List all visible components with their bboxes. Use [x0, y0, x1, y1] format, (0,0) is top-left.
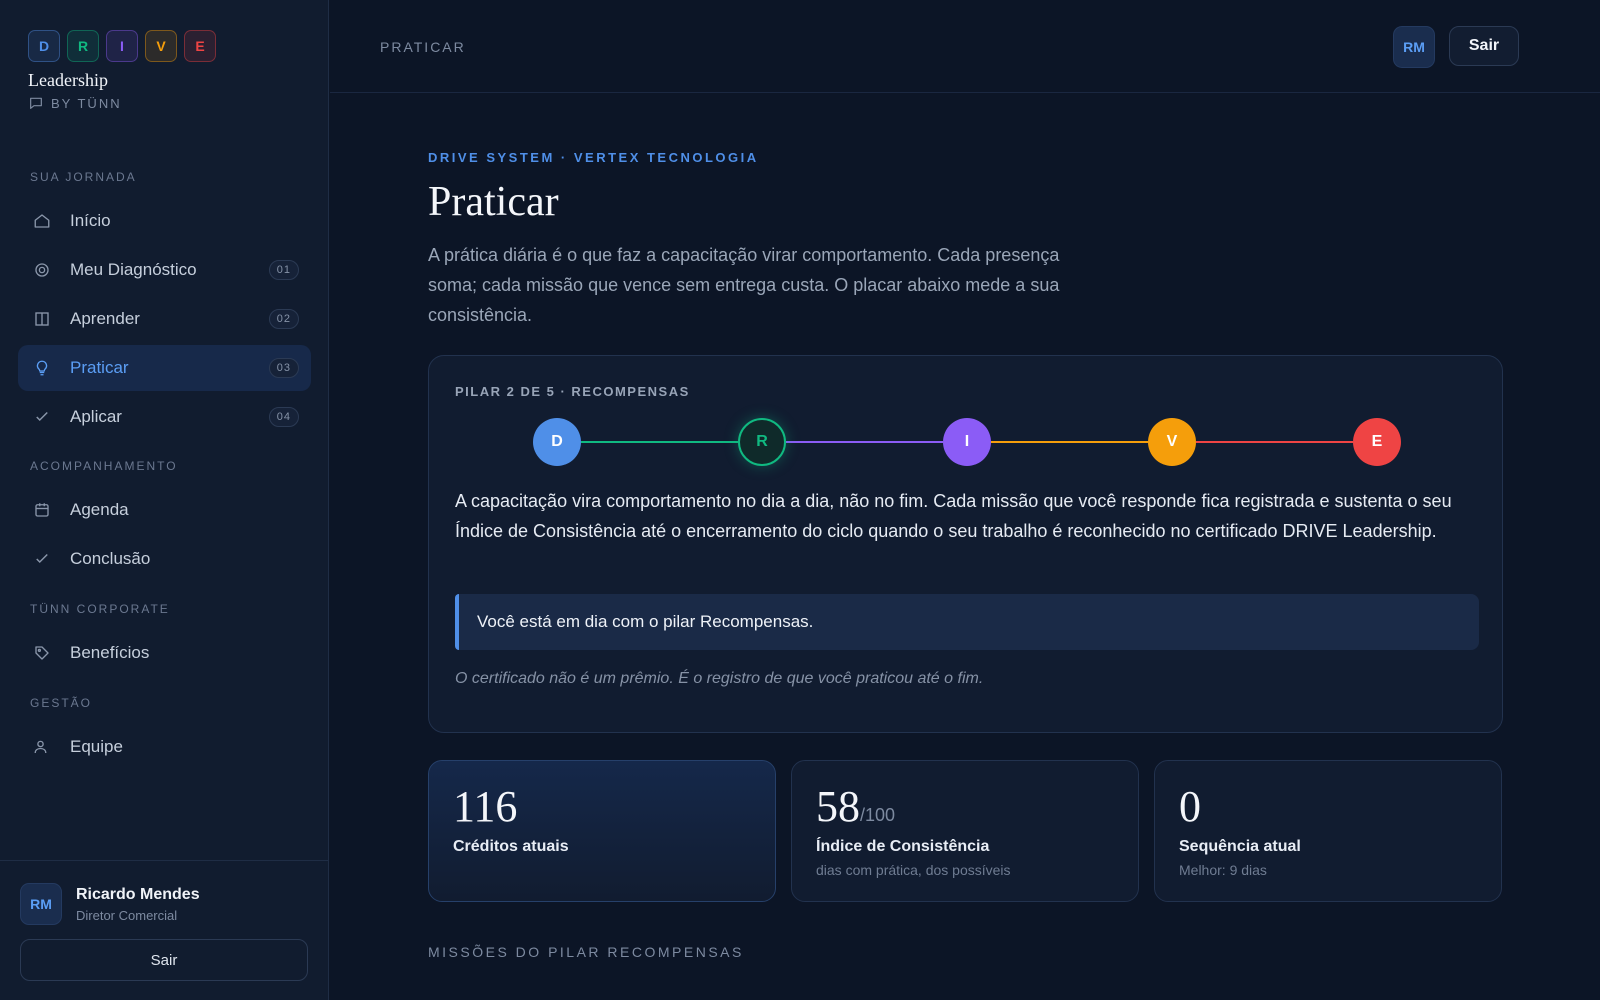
stat-sub: Melhor: 9 dias [1179, 862, 1267, 878]
stat-number: 116 [453, 782, 518, 831]
stat-sub: dias com prática, dos possíveis [816, 862, 1011, 878]
sidebar-item-aplicar[interactable]: Aplicar 04 [18, 394, 311, 440]
topbar-avatar[interactable]: RM [1393, 26, 1435, 68]
nav-section-acompanhamento: ACOMPANHAMENTO [30, 459, 178, 473]
step-i[interactable]: I [943, 418, 991, 466]
pillar-stepper: D R I V E [533, 418, 1403, 466]
nav-section-gestao: GESTÃO [30, 696, 93, 710]
avatar[interactable]: RM [20, 883, 62, 925]
tag-icon [32, 643, 52, 663]
page-intro: A prática diária é o que faz a capacitaç… [428, 245, 1060, 325]
logo-letter-r: R [67, 30, 99, 62]
step-r-current[interactable]: R [738, 418, 786, 466]
pillar-description: A capacitação vira comportamento no dia … [455, 491, 1452, 541]
stat-value: 116 [453, 781, 517, 832]
step-connector [786, 441, 943, 443]
sidebar-item-agenda[interactable]: Agenda [18, 487, 311, 533]
sidebar-item-label: Início [70, 211, 111, 230]
sidebar-item-beneficios[interactable]: Benefícios [18, 630, 311, 676]
book-icon [32, 309, 52, 329]
sidebar-item-label: Benefícios [70, 643, 150, 662]
pillar-card: PILAR 2 DE 5 · RECOMPENSAS D R I V E A c… [428, 355, 1503, 733]
stat-label: Índice de Consistência [816, 838, 990, 855]
stat-suffix: /100 [860, 805, 896, 825]
logo-title: Leadership [28, 70, 108, 90]
nav-badge: 02 [268, 309, 299, 329]
sidebar-item-praticar[interactable]: Praticar 03 [18, 345, 311, 391]
step-v[interactable]: V [1148, 418, 1196, 466]
sidebar-item-label: Meu Diagnóstico [70, 260, 197, 279]
step-e[interactable]: E [1353, 418, 1401, 466]
logo-subtitle-text: BY TÜNN [51, 95, 122, 111]
sidebar-item-equipe[interactable]: Equipe [18, 724, 311, 770]
users-icon [32, 737, 52, 757]
sidebar-item-label: Aplicar [70, 407, 122, 426]
nav-badge: 03 [268, 358, 299, 378]
step-connector [581, 441, 738, 443]
status-notice: Você está em dia com o pilar Recompensas… [455, 594, 1479, 650]
logo-letter-v: V [145, 30, 177, 62]
chat-bubble-icon [30, 97, 42, 109]
sidebar-item-conclusao[interactable]: Conclusão [18, 536, 311, 582]
calendar-icon [32, 500, 52, 520]
home-icon [32, 211, 52, 231]
page-title: Praticar [428, 179, 559, 225]
stat-number: 0 [1179, 782, 1201, 831]
logo-letter-i: I [106, 30, 138, 62]
check-icon [32, 407, 52, 427]
logo-subtitle: BY TÜNN [28, 95, 216, 111]
sidebar-item-inicio[interactable]: Início [18, 198, 311, 244]
sidebar-item-label: Praticar [70, 358, 129, 377]
logo-letter-e: E [184, 30, 216, 62]
certificate-footnote: O certificado não é um prêmio. É o regis… [455, 670, 984, 687]
topbar: PRATICAR RM Sair [330, 0, 1600, 93]
nav-badge: 04 [268, 407, 299, 427]
nav-section-sua-jornada: SUA JORNADA [30, 170, 137, 184]
sidebar-item-label: Equipe [70, 737, 123, 756]
step-connector [1196, 441, 1353, 443]
stat-label: Sequência atual [1179, 838, 1301, 855]
user-area: RM Ricardo Mendes Diretor Comercial Sair [0, 860, 329, 1000]
breadcrumb: PRATICAR [380, 39, 466, 55]
stat-value: 0 [1179, 781, 1201, 832]
nav-badge: 01 [268, 260, 299, 280]
stat-number: 58 [816, 782, 860, 831]
logo-letter-d: D [28, 30, 60, 62]
step-connector [991, 441, 1148, 443]
stat-label: Créditos atuais [453, 838, 569, 855]
topbar-logout-button[interactable]: Sair [1449, 26, 1519, 66]
target-icon [32, 260, 52, 280]
sidebar-logout-button[interactable]: Sair [20, 939, 308, 981]
stat-card-consistencia: 58/100 Índice de Consistência dias com p… [791, 760, 1139, 902]
stat-card-sequencia: 0 Sequência atual Melhor: 9 dias [1154, 760, 1502, 902]
stat-card-creditos: 116 Créditos atuais [428, 760, 776, 902]
sidebar-item-label: Aprender [70, 309, 140, 328]
missions-heading: MISSÕES DO PILAR RECOMPENSAS [428, 944, 744, 960]
step-d[interactable]: D [533, 418, 581, 466]
lightbulb-icon [32, 358, 52, 378]
user-role: Diretor Comercial [76, 908, 178, 923]
nav-section-tunn-corporate: TÜNN CORPORATE [30, 602, 170, 616]
logo-letters: D R I V E [28, 30, 216, 62]
page-eyebrow: DRIVE SYSTEM · VERTEX TECNOLOGIA [428, 150, 759, 165]
sidebar-item-aprender[interactable]: Aprender 02 [18, 296, 311, 342]
sidebar-item-meu-diagnostico[interactable]: Meu Diagnóstico 01 [18, 247, 311, 293]
sidebar-item-label: Conclusão [70, 549, 151, 568]
sidebar-item-label: Agenda [70, 500, 129, 519]
user-name: Ricardo Mendes [76, 886, 200, 903]
pillar-label: PILAR 2 DE 5 · RECOMPENSAS [455, 384, 690, 399]
stat-value: 58/100 [816, 781, 895, 832]
check-icon [32, 549, 52, 569]
logo[interactable]: D R I V E Leadership BY TÜNN [28, 30, 216, 111]
sidebar: D R I V E Leadership BY TÜNN SUA JORNADA… [0, 0, 329, 1000]
